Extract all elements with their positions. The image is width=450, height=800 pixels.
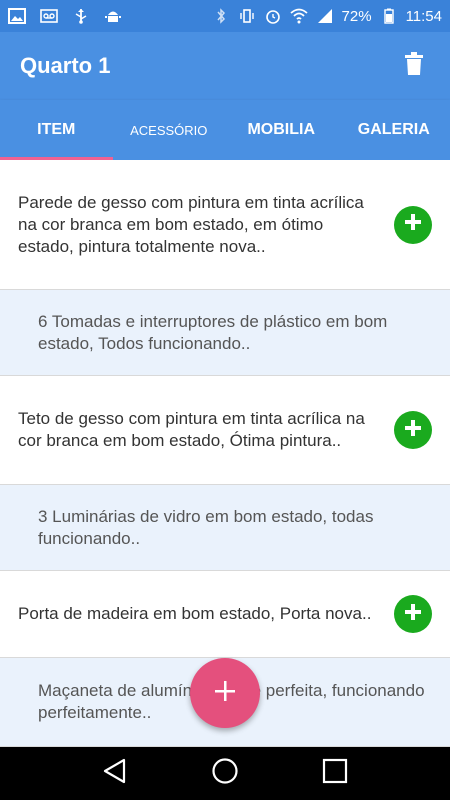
clock: 11:54: [405, 7, 442, 25]
list-item[interactable]: Parede de gesso com pintura em tinta acr…: [0, 160, 450, 290]
image-icon: [8, 8, 26, 24]
bluetooth-icon: [212, 8, 230, 24]
add-button[interactable]: [394, 595, 432, 633]
back-button[interactable]: [95, 754, 135, 794]
system-icons: 72% 11:54: [212, 8, 442, 25]
list-item[interactable]: Teto de gesso com pintura em tinta acríl…: [0, 376, 450, 485]
voicemail-icon: [40, 8, 58, 24]
plus-circle-icon: [403, 418, 423, 443]
notification-icons: [8, 8, 122, 24]
alarm-icon: [264, 8, 282, 24]
item-text: Parede de gesso com pintura em tinta acr…: [18, 192, 364, 256]
add-button[interactable]: [394, 205, 432, 244]
plus-icon: [214, 680, 236, 707]
item-text: Teto de gesso com pintura em tinta acríl…: [18, 409, 365, 450]
trash-icon: [404, 51, 424, 81]
home-button[interactable]: [205, 754, 245, 794]
plus-circle-icon: [403, 602, 423, 627]
add-fab-button[interactable]: [190, 658, 260, 728]
wifi-icon: [289, 8, 308, 24]
signal-icon: [316, 8, 334, 24]
sub-item-text: 3 Luminárias de vidro em bom estado, tod…: [38, 506, 374, 548]
tab-item[interactable]: ITEM: [0, 100, 113, 160]
usb-icon: [72, 8, 90, 24]
delete-button[interactable]: [398, 50, 430, 82]
app-bar: Quarto 1: [0, 32, 450, 100]
tab-mobilia[interactable]: MOBILIA: [225, 100, 338, 160]
tab-acessorio[interactable]: ACESSÓRIO: [113, 100, 226, 160]
tab-galeria[interactable]: GALERIA: [338, 100, 450, 160]
sub-item-text: 6 Tomadas e interruptores de plástico em…: [38, 311, 388, 353]
navigation-bar: [0, 747, 450, 800]
list-item[interactable]: 3 Luminárias de vidro em bom estado, tod…: [0, 485, 450, 571]
list-item[interactable]: 6 Tomadas e interruptores de plástico em…: [0, 290, 450, 376]
list-item[interactable]: Porta de madeira em bom estado, Porta no…: [0, 571, 450, 658]
item-text: Porta de madeira em bom estado, Porta no…: [18, 604, 372, 623]
recents-button[interactable]: [315, 754, 355, 794]
back-triangle-icon: [102, 758, 128, 789]
recents-square-icon: [322, 758, 348, 789]
add-button[interactable]: [394, 411, 432, 449]
battery-percent: 72%: [341, 7, 372, 25]
status-bar: 72% 11:54: [0, 0, 450, 32]
tab-bar: ITEM ACESSÓRIO MOBILIA GALERIA: [0, 100, 450, 160]
battery-icon: [380, 8, 398, 24]
home-circle-icon: [211, 757, 239, 790]
page-title: Quarto 1: [20, 53, 111, 78]
vibrate-icon: [238, 8, 256, 24]
plus-circle-icon: [403, 212, 423, 237]
android-debug-icon: [104, 8, 122, 24]
